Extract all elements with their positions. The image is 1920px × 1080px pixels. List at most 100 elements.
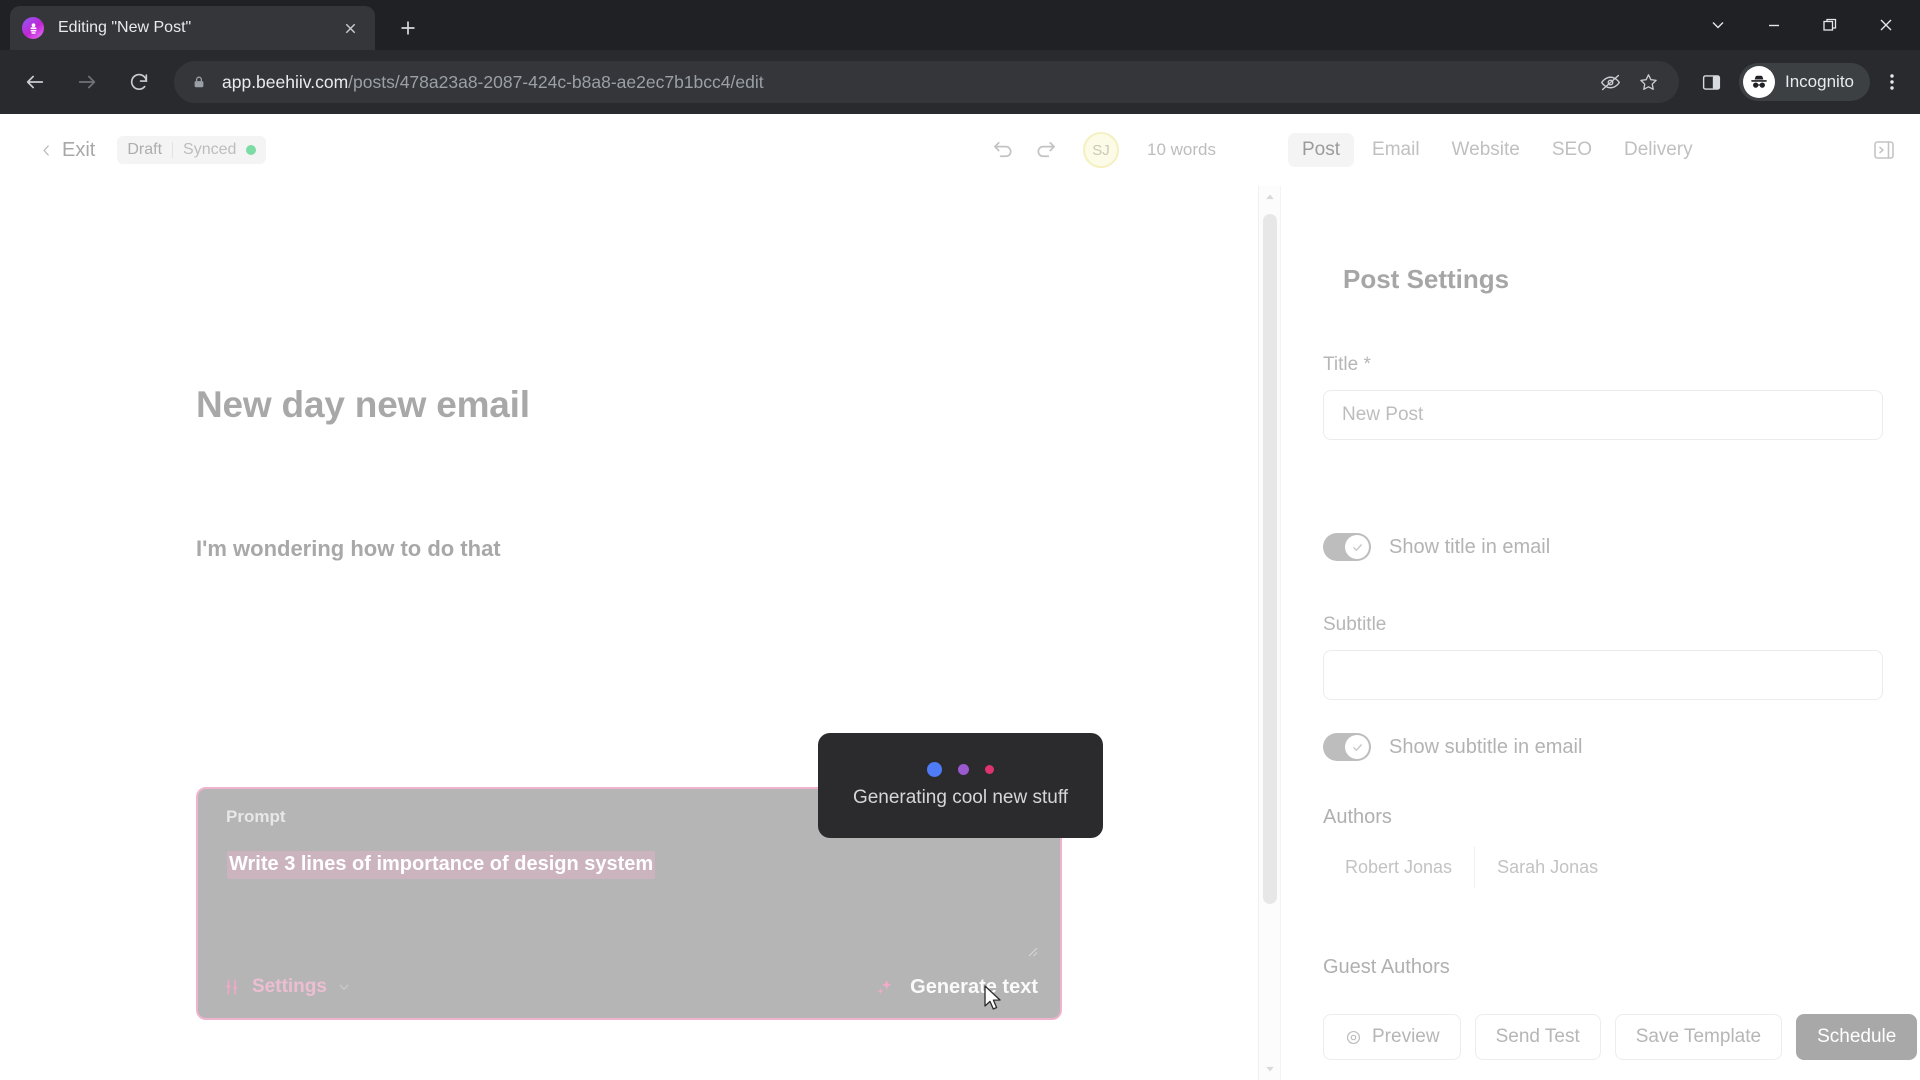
status-divider: [172, 142, 174, 158]
chevron-left-icon: [38, 142, 54, 158]
document-canvas[interactable]: New day new email I'm wondering how to d…: [0, 186, 1258, 1080]
undo-icon[interactable]: [985, 132, 1021, 168]
authors-section: Authors Robert Jonas Sarah Jonas: [1323, 806, 1883, 888]
tab-seo[interactable]: SEO: [1538, 133, 1606, 167]
settings-tabs: Post Email Website SEO Delivery: [1288, 114, 1707, 186]
schedule-label: Schedule: [1817, 1026, 1897, 1047]
generating-toast: Generating cool new stuff: [818, 733, 1103, 838]
editor-header-center: SJ 10 words: [985, 114, 1216, 186]
authors-list: Robert Jonas Sarah Jonas: [1323, 847, 1883, 888]
collapse-panel-icon[interactable]: [1870, 136, 1898, 164]
subtitle-input[interactable]: [1323, 650, 1883, 700]
new-tab-button[interactable]: [392, 12, 424, 44]
schedule-button[interactable]: Schedule: [1796, 1014, 1918, 1060]
show-subtitle-toggle[interactable]: [1323, 733, 1371, 761]
prompt-settings-label: Settings: [252, 976, 327, 997]
browser-tab[interactable]: Editing "New Post": [10, 6, 375, 50]
title-field-group: Title * New Post: [1323, 354, 1883, 440]
authors-heading: Authors: [1323, 806, 1392, 828]
generate-text-label: Generate text: [910, 975, 1038, 998]
toast-message: Generating cool new stuff: [852, 787, 1069, 808]
tab-website[interactable]: Website: [1438, 133, 1534, 167]
guest-authors-section: Guest Authors Use guests to credit write…: [1323, 956, 1903, 994]
show-title-toggle-row[interactable]: Show title in email: [1323, 533, 1550, 561]
exit-button[interactable]: Exit: [38, 139, 95, 162]
sparkles-icon: [874, 976, 896, 998]
loading-dots-icon: [927, 762, 994, 777]
tab-email[interactable]: Email: [1358, 133, 1434, 167]
incognito-profile-button[interactable]: Incognito: [1739, 63, 1870, 101]
three-dot-menu-icon[interactable]: [1870, 60, 1914, 104]
save-template-label: Save Template: [1635, 1026, 1762, 1047]
generate-text-button[interactable]: Generate text: [874, 976, 1038, 999]
author-chip[interactable]: Robert Jonas: [1323, 847, 1476, 888]
show-title-toggle[interactable]: [1323, 533, 1371, 561]
loading-dot-1: [927, 762, 942, 777]
prompt-input-text[interactable]: Write 3 lines of importance of design sy…: [227, 851, 656, 879]
omnibox-icons: [1593, 65, 1665, 99]
scroll-up-arrow-icon[interactable]: [1259, 186, 1281, 208]
preview-label: Preview: [1372, 1026, 1440, 1047]
window-controls: [1690, 0, 1914, 50]
tab-post[interactable]: Post: [1288, 133, 1355, 167]
status-badge: Draft Synced: [117, 136, 267, 164]
title-input[interactable]: New Post: [1323, 390, 1883, 440]
show-subtitle-toggle-label: Show subtitle in email: [1389, 735, 1583, 758]
maximize-button[interactable]: [1802, 4, 1858, 46]
page-title: Post Settings: [1343, 264, 1510, 294]
beehiiv-post-editor: Exit Draft Synced SJ 10 words Post Email…: [0, 114, 1920, 1080]
eye-icon: [1344, 1028, 1362, 1046]
save-template-button[interactable]: Save Template: [1614, 1014, 1783, 1060]
avatar[interactable]: SJ: [1083, 132, 1119, 168]
title-field-label: Title *: [1323, 354, 1371, 375]
loading-dot-2: [958, 764, 969, 775]
resize-handle-icon[interactable]: [1026, 944, 1038, 957]
toggle-knob-check-icon: [1345, 735, 1369, 759]
close-tab-button[interactable]: [337, 15, 363, 41]
sliders-icon: [222, 977, 242, 997]
minimize-button[interactable]: [1746, 4, 1802, 46]
prompt-settings-button[interactable]: Settings: [222, 976, 351, 998]
browser-chrome: Editing "New Post" app.beehiiv.com/posts…: [0, 0, 1920, 114]
post-settings-panel: Post Settings Title * New Post Show titl…: [1258, 186, 1920, 1080]
lock-icon: [192, 73, 210, 91]
sync-status-label: Synced: [183, 141, 237, 158]
redo-icon[interactable]: [1027, 132, 1063, 168]
incognito-hat-glasses-icon: [1743, 66, 1775, 98]
close-window-button[interactable]: [1858, 4, 1914, 46]
reload-icon[interactable]: [118, 61, 160, 103]
tab-delivery[interactable]: Delivery: [1610, 133, 1707, 167]
panel-scrollbar-thumb[interactable]: [1263, 214, 1277, 904]
address-bar[interactable]: app.beehiiv.com/posts/478a23a8-2087-424c…: [174, 61, 1679, 103]
tab-strip: Editing "New Post": [0, 0, 1920, 50]
send-test-label: Send Test: [1495, 1026, 1580, 1047]
forward-arrow-icon[interactable]: [66, 61, 108, 103]
document-paragraph[interactable]: I'm wondering how to do that: [196, 536, 501, 562]
side-panel-icon[interactable]: [1689, 61, 1733, 103]
incognito-label: Incognito: [1785, 72, 1854, 91]
url-path: /posts/478a23a8-2087-424c-b8a8-ae2ec7b1b…: [348, 71, 764, 92]
bookmark-star-icon[interactable]: [1631, 65, 1665, 99]
scroll-down-arrow-icon[interactable]: [1259, 1058, 1281, 1080]
guest-authors-heading: Guest Authors: [1323, 956, 1450, 978]
loading-dot-3: [985, 765, 994, 774]
chevron-down-icon: [337, 980, 351, 994]
prompt-card-footer: Settings Generate text: [198, 956, 1060, 1018]
author-chip[interactable]: Sarah Jonas: [1475, 847, 1620, 888]
show-subtitle-toggle-row[interactable]: Show subtitle in email: [1323, 733, 1582, 761]
word-count-label: 10 words: [1147, 140, 1216, 159]
post-settings-content: Post Settings Title * New Post Show titl…: [1281, 186, 1920, 994]
url-domain: app.beehiiv.com: [222, 71, 349, 92]
send-test-button[interactable]: Send Test: [1474, 1014, 1601, 1060]
panel-scrollbar[interactable]: [1259, 186, 1281, 1080]
back-arrow-icon[interactable]: [14, 61, 56, 103]
third-party-cookie-blocked-icon[interactable]: [1593, 65, 1627, 99]
document-title[interactable]: New day new email: [196, 384, 530, 426]
draft-status-label: Draft: [127, 141, 163, 158]
subtitle-field-label: Subtitle: [1323, 614, 1387, 635]
preview-button[interactable]: Preview: [1323, 1014, 1461, 1060]
tab-search-button[interactable]: [1690, 4, 1746, 46]
editor-header: Exit Draft Synced SJ 10 words Post Email…: [0, 114, 1920, 186]
exit-label: Exit: [62, 138, 96, 161]
toggle-knob-check-icon: [1345, 535, 1369, 559]
